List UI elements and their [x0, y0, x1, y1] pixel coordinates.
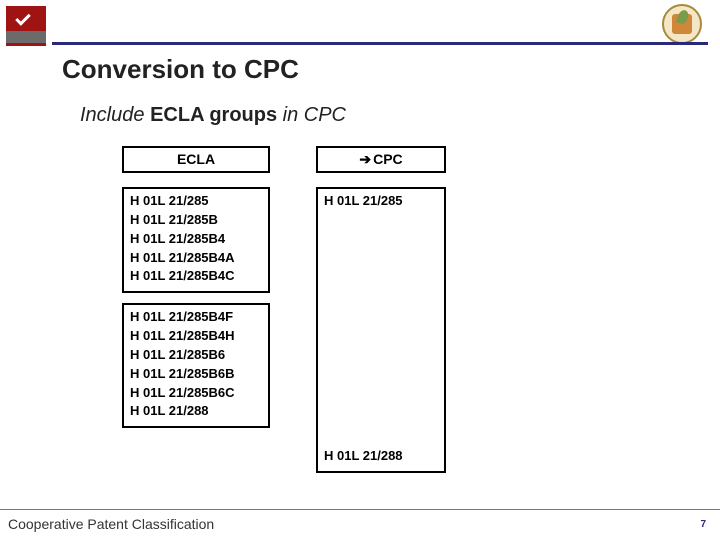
- checkmark-icon: [15, 10, 31, 26]
- subtitle-pre: Include: [80, 104, 150, 126]
- list-item: H 01L 21/285B4H: [130, 327, 262, 346]
- list-item: H 01L 21/285B6: [130, 346, 262, 365]
- header-cpc-label: CPC: [373, 151, 403, 167]
- header-ecla: ECLA: [122, 146, 270, 173]
- conversion-table: ECLA ➔CPC H 01L 21/285 H 01L 21/285B H 0…: [122, 146, 446, 473]
- list-item: H 01L 21/285: [130, 192, 262, 211]
- subtitle-post: in CPC: [277, 104, 346, 126]
- cpc-first: H 01L 21/285: [324, 192, 403, 211]
- list-item: H 01L 21/285B4F: [130, 308, 262, 327]
- list-item: H 01L 21/285B: [130, 211, 262, 230]
- cpc-last: H 01L 21/288: [324, 447, 403, 466]
- list-item: H 01L 21/285B6C: [130, 384, 262, 403]
- list-item: H 01L 21/285B6B: [130, 365, 262, 384]
- cpc-column: H 01L 21/285 H 01L 21/288: [316, 187, 446, 473]
- footer-text: Cooperative Patent Classification: [8, 516, 214, 532]
- slide: Conversion to CPC Include ECLA groups in…: [0, 0, 720, 540]
- header-cpc: ➔CPC: [316, 146, 446, 173]
- list-item: H 01L 21/285B4: [130, 230, 262, 249]
- org-logo-left-band: [6, 31, 46, 43]
- subtitle-strong: ECLA groups: [150, 104, 277, 126]
- list-item: H 01L 21/285B4C: [130, 267, 262, 286]
- arrow-right-icon: ➔: [359, 151, 371, 167]
- footer-rule: [0, 509, 720, 510]
- page-number: 7: [700, 519, 706, 530]
- ecla-column: H 01L 21/285 H 01L 21/285B H 01L 21/285B…: [122, 187, 270, 473]
- slide-title: Conversion to CPC: [62, 54, 299, 85]
- slide-subtitle: Include ECLA groups in CPC: [80, 104, 346, 127]
- ecla-group-1: H 01L 21/285 H 01L 21/285B H 01L 21/285B…: [122, 187, 270, 293]
- ecla-group-2: H 01L 21/285B4F H 01L 21/285B4H H 01L 21…: [122, 303, 270, 428]
- cpc-group: H 01L 21/285 H 01L 21/288: [316, 187, 446, 473]
- list-item: H 01L 21/285B4A: [130, 249, 262, 268]
- list-item: H 01L 21/288: [130, 402, 262, 421]
- title-rule: [52, 42, 708, 45]
- table-body-row: H 01L 21/285 H 01L 21/285B H 01L 21/285B…: [122, 187, 446, 473]
- table-header-row: ECLA ➔CPC: [122, 146, 446, 173]
- seal-logo-icon: [662, 4, 702, 44]
